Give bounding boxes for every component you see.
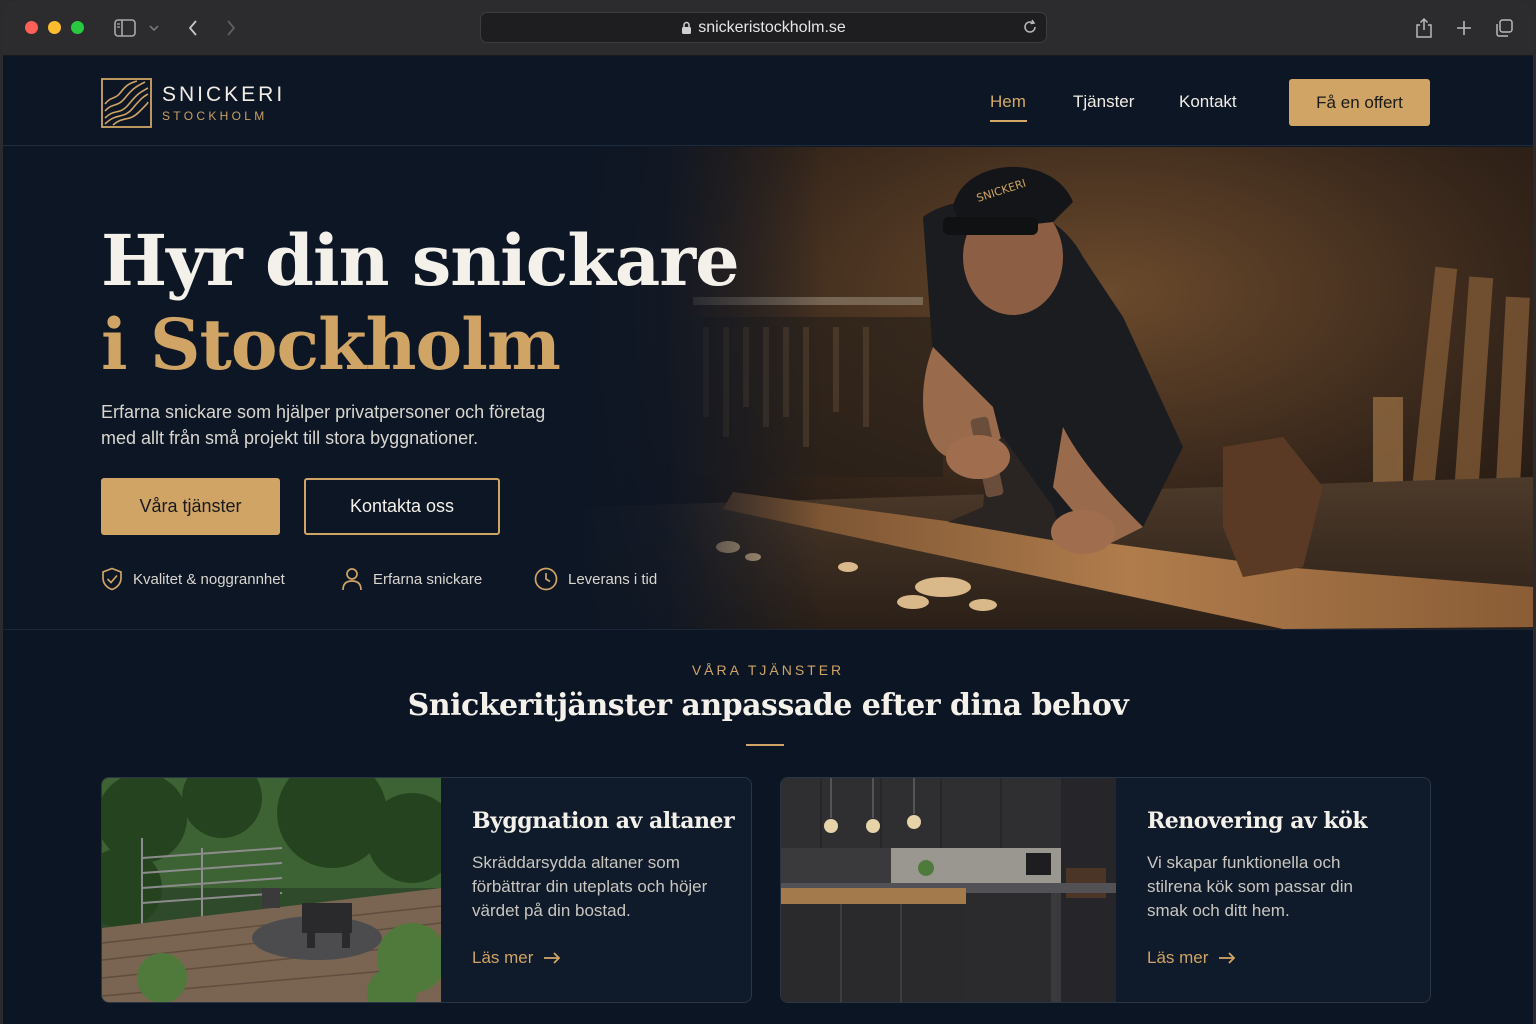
zoom-window-button[interactable]: [71, 21, 84, 34]
hero-title-line2: i Stockholm: [101, 303, 561, 386]
reload-icon[interactable]: [1022, 18, 1038, 41]
tab-overview-icon[interactable]: [1493, 16, 1515, 40]
feature-experience: Erfarna snickare: [341, 567, 482, 591]
clock-icon: [534, 567, 558, 591]
service-card-deck[interactable]: Byggnation av altaner Skräddarsydda alta…: [101, 777, 752, 1003]
browser-toolbar: snickeristockholm.se: [3, 0, 1533, 56]
new-tab-icon[interactable]: [1453, 16, 1475, 40]
feature-quality: Kvalitet & noggrannhet: [101, 567, 285, 591]
hero-title: Hyr din snickare i Stockholm: [101, 219, 740, 387]
minimize-window-button[interactable]: [48, 21, 61, 34]
arrow-right-icon: [1219, 952, 1236, 964]
nav-item-hem[interactable]: Hem: [990, 92, 1026, 112]
sidebar-toggle-icon[interactable]: [113, 16, 137, 40]
share-icon[interactable]: [1413, 16, 1435, 40]
card-title-kitchen: Renovering av kök: [1147, 808, 1368, 834]
close-window-button[interactable]: [25, 21, 38, 34]
feature-delivery-label: Leverans i tid: [568, 570, 658, 588]
feature-quality-label: Kvalitet & noggrannhet: [133, 570, 285, 588]
read-more-kitchen-link[interactable]: Läs mer: [1147, 948, 1236, 968]
logo[interactable]: SNICKERI STOCKHOLM: [101, 78, 285, 128]
logo-name: SNICKERI: [162, 83, 286, 106]
hero-subtitle: Erfarna snickare som hjälper privatperso…: [101, 402, 546, 448]
service-card-kitchen[interactable]: Renovering av kök Vi skapar funktionella…: [780, 777, 1431, 1003]
feature-delivery: Leverans i tid: [534, 567, 657, 591]
back-arrow-icon[interactable]: [183, 16, 203, 40]
read-more-label: Läs mer: [1147, 948, 1209, 967]
wood-grain-logo-icon: [101, 78, 152, 128]
card-title-deck: Byggnation av altaner: [472, 808, 735, 834]
person-icon: [342, 568, 362, 591]
shield-check-icon: [102, 567, 122, 591]
card-text-kitchen: Vi skapar funktionella och stilrena kök …: [1147, 853, 1353, 920]
our-services-button[interactable]: Våra tjänster: [101, 478, 280, 535]
feature-experience-label: Erfarna snickare: [373, 570, 483, 588]
services-section: VÅRA TJÄNSTER Snickeritjänster anpassade…: [3, 629, 1533, 1024]
card-text-deck: Skräddarsydda altaner som förbättrar din…: [472, 853, 708, 920]
chevron-down-icon[interactable]: [147, 16, 161, 40]
nav-active-indicator: [990, 120, 1027, 122]
url-text: snickeristockholm.se: [698, 18, 846, 36]
hero-title-line1: Hyr din snickare: [101, 219, 740, 302]
read-more-label: Läs mer: [472, 948, 534, 967]
contact-us-button[interactable]: Kontakta oss: [304, 478, 500, 535]
kitchen-photo: [781, 778, 1116, 1002]
get-quote-button[interactable]: Få en offert: [1289, 79, 1430, 126]
deck-photo: [102, 778, 441, 1002]
services-title: Snickeritjänster anpassade efter dina be…: [407, 688, 1129, 723]
read-more-deck-link[interactable]: Läs mer: [472, 948, 561, 968]
arrow-right-icon: [544, 952, 561, 964]
browser-window: snickeristockholm.se SNICKERI STOCKHOLM …: [3, 0, 1533, 1024]
nav-item-kontakt[interactable]: Kontakt: [1179, 92, 1237, 112]
lock-icon: [682, 21, 692, 34]
title-divider: [746, 744, 784, 746]
logo-city: STOCKHOLM: [162, 109, 268, 123]
forward-arrow-icon[interactable]: [221, 16, 241, 40]
address-bar[interactable]: snickeristockholm.se: [480, 12, 1047, 43]
services-eyebrow: VÅRA TJÄNSTER: [691, 662, 845, 678]
nav-item-tjanster[interactable]: Tjänster: [1073, 92, 1134, 112]
hero-section: SNICKERI Hyr din snickare i Stockholm Er…: [3, 147, 1533, 629]
site-header: SNICKERI STOCKHOLM Hem Tjänster Kontakt …: [3, 56, 1533, 146]
